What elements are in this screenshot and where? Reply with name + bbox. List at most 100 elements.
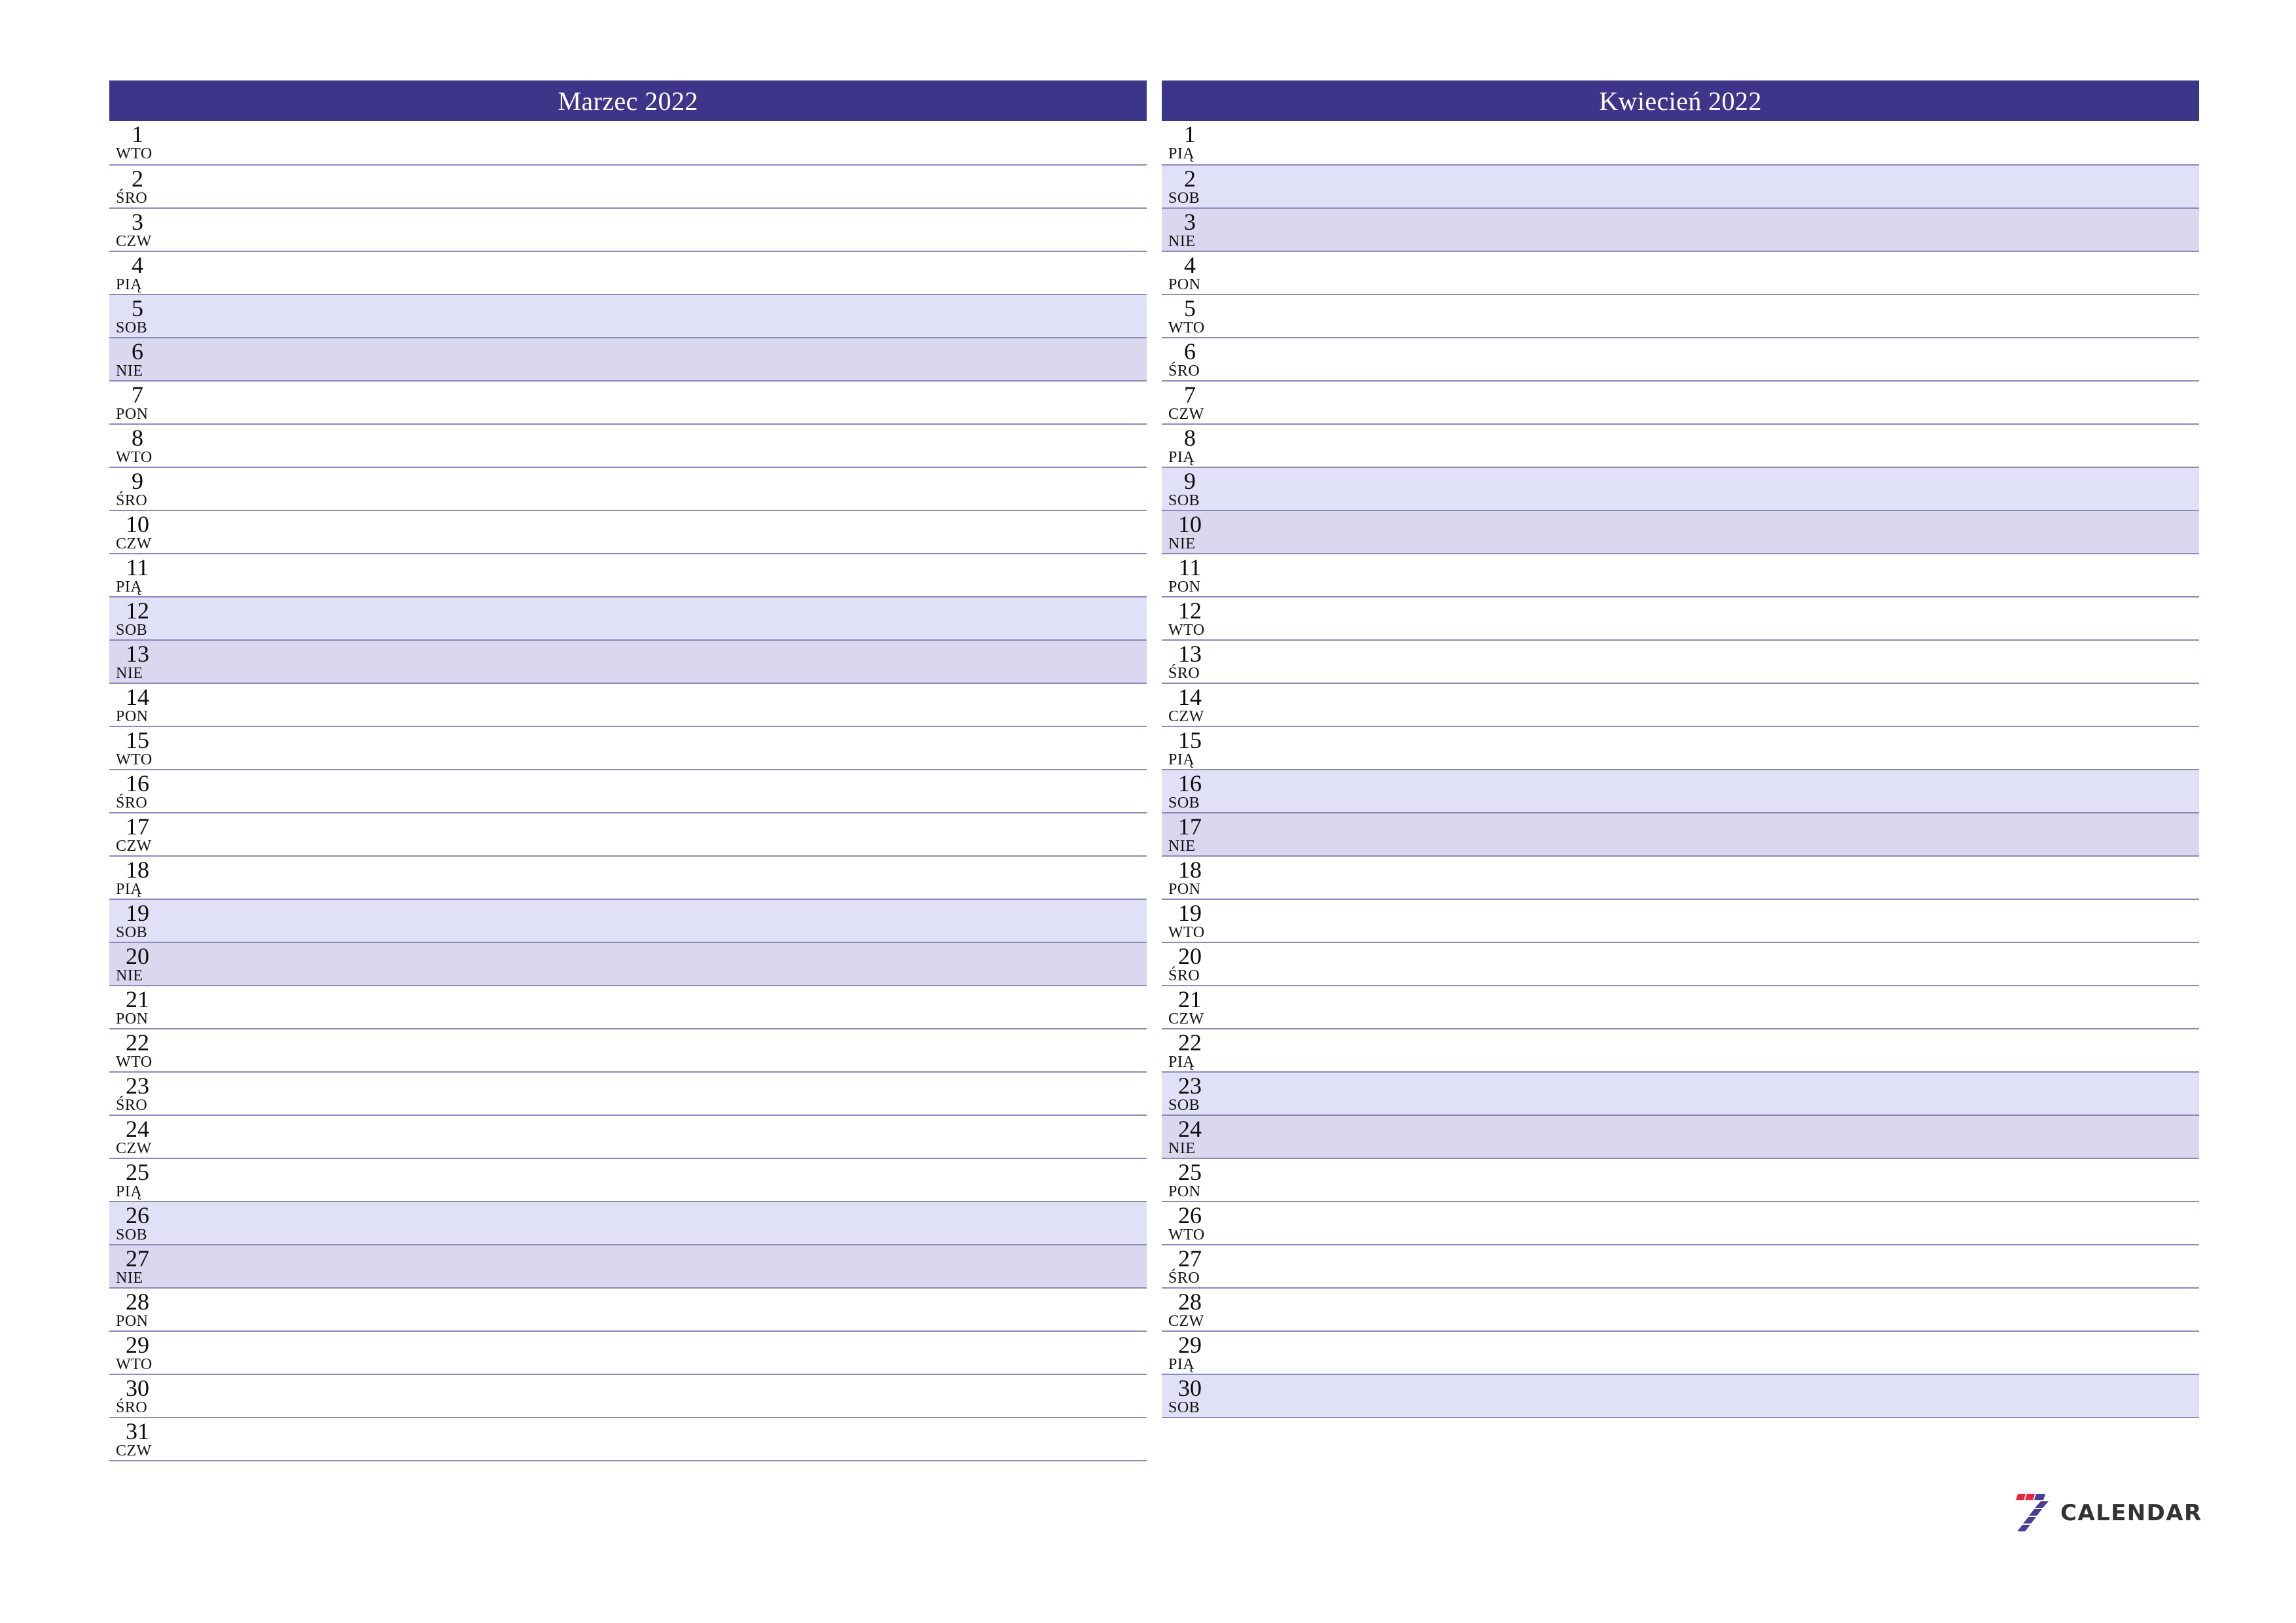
day-abbreviation: PIĄ [116, 579, 143, 596]
day-row[interactable]: 29 WTO [109, 1330, 1147, 1374]
day-row[interactable]: 1 WTO [109, 121, 1147, 164]
day-row[interactable]: 19 WTO [1162, 899, 2199, 942]
day-row[interactable]: 15 WTO [109, 726, 1147, 769]
day-abbreviation: NIE [1168, 233, 1196, 250]
day-abbreviation: WTO [1168, 1226, 1205, 1243]
day-row[interactable]: 25 PIĄ [109, 1158, 1147, 1201]
day-number: 27 [126, 1245, 149, 1272]
day-row[interactable]: 5 WTO [1162, 294, 2199, 337]
day-row[interactable]: 28 PON [109, 1287, 1147, 1330]
day-row[interactable]: 9 SOB [1162, 467, 2199, 510]
day-abbreviation: SOB [1168, 492, 1200, 509]
day-row[interactable]: 7 CZW [1162, 380, 2199, 423]
day-row[interactable]: 12 WTO [1162, 596, 2199, 639]
day-number: 27 [1178, 1245, 1202, 1272]
day-abbreviation: WTO [116, 1356, 152, 1373]
day-row[interactable]: 24 CZW [109, 1115, 1147, 1158]
day-abbreviation: PIĄ [1168, 1356, 1195, 1373]
day-row[interactable]: 1 PIĄ [1162, 121, 2199, 164]
day-number: 7 [1184, 382, 1196, 408]
day-abbreviation: ŚRO [116, 1097, 148, 1114]
day-abbreviation: CZW [116, 838, 152, 855]
day-row[interactable]: 16 ŚRO [109, 769, 1147, 812]
day-abbreviation: SOB [116, 319, 148, 336]
day-number: 17 [126, 813, 149, 840]
day-abbreviation: PON [116, 708, 149, 725]
day-number: 24 [126, 1116, 149, 1142]
day-row[interactable]: 11 PON [1162, 553, 2199, 596]
day-row[interactable]: 14 CZW [1162, 683, 2199, 726]
day-row[interactable]: 25 PON [1162, 1158, 2199, 1201]
day-number: 25 [126, 1159, 149, 1185]
day-abbreviation: PIĄ [1168, 1054, 1195, 1071]
day-abbreviation: SOB [1168, 190, 1200, 207]
day-number: 5 [1184, 295, 1196, 321]
day-row[interactable]: 9 ŚRO [109, 467, 1147, 510]
day-row[interactable]: 6 NIE [109, 337, 1147, 380]
day-abbreviation: WTO [1168, 622, 1205, 639]
day-row[interactable]: 13 ŚRO [1162, 639, 2199, 683]
day-abbreviation: SOB [116, 622, 148, 639]
day-row[interactable]: 8 WTO [109, 423, 1147, 467]
day-row[interactable]: 13 NIE [109, 639, 1147, 683]
day-number: 17 [1178, 813, 1202, 840]
day-row[interactable]: 3 CZW [109, 207, 1147, 251]
day-number: 5 [132, 295, 143, 321]
day-row[interactable]: 4 PIĄ [109, 251, 1147, 294]
day-number: 19 [1178, 900, 1202, 926]
day-row[interactable]: 7 PON [109, 380, 1147, 423]
day-row[interactable]: 4 PON [1162, 251, 2199, 294]
day-row[interactable]: 8 PIĄ [1162, 423, 2199, 467]
day-abbreviation: PIĄ [116, 276, 143, 293]
day-row[interactable]: 12 SOB [109, 596, 1147, 639]
day-row[interactable]: 22 PIĄ [1162, 1028, 2199, 1071]
day-number: 18 [126, 857, 149, 883]
day-row[interactable]: 22 WTO [109, 1028, 1147, 1071]
day-row[interactable]: 17 NIE [1162, 812, 2199, 855]
day-row[interactable]: 28 CZW [1162, 1287, 2199, 1330]
day-number: 15 [1178, 727, 1202, 753]
day-row[interactable]: 19 SOB [109, 899, 1147, 942]
day-row[interactable]: 23 ŚRO [109, 1071, 1147, 1115]
day-row[interactable]: 6 ŚRO [1162, 337, 2199, 380]
day-number: 30 [1178, 1375, 1202, 1401]
day-number: 3 [1184, 209, 1196, 235]
day-row[interactable]: 2 SOB [1162, 164, 2199, 207]
day-row[interactable]: 26 WTO [1162, 1201, 2199, 1244]
day-number: 2 [1184, 166, 1196, 192]
day-row[interactable]: 30 SOB [1162, 1374, 2199, 1417]
day-number: 26 [1178, 1202, 1202, 1228]
day-row[interactable]: 10 CZW [109, 510, 1147, 553]
day-row[interactable]: 30 ŚRO [109, 1374, 1147, 1417]
day-row[interactable]: 16 SOB [1162, 769, 2199, 812]
day-row[interactable]: 20 NIE [109, 942, 1147, 985]
day-row[interactable]: 15 PIĄ [1162, 726, 2199, 769]
day-row[interactable]: 26 SOB [109, 1201, 1147, 1244]
day-row[interactable]: 27 ŚRO [1162, 1244, 2199, 1287]
day-abbreviation: ŚRO [116, 492, 148, 509]
day-row[interactable]: 29 PIĄ [1162, 1330, 2199, 1374]
day-row[interactable]: 2 ŚRO [109, 164, 1147, 207]
day-row[interactable]: 23 SOB [1162, 1071, 2199, 1115]
day-row[interactable]: 17 CZW [109, 812, 1147, 855]
day-abbreviation: CZW [116, 233, 152, 250]
day-number: 22 [126, 1029, 149, 1056]
day-row[interactable]: 21 PON [109, 985, 1147, 1028]
day-row[interactable]: 21 CZW [1162, 985, 2199, 1028]
day-number: 1 [1184, 121, 1196, 147]
day-row[interactable]: 3 NIE [1162, 207, 2199, 251]
day-row[interactable]: 18 PON [1162, 855, 2199, 899]
planner-page: Marzec 2022 1 WTO 2 ŚRO 3 CZW 4 PIĄ 5 SOB 6 NIE 7 PON… [0, 0, 2296, 1623]
day-abbreviation: PON [1168, 579, 1201, 596]
day-row[interactable]: 18 PIĄ [109, 855, 1147, 899]
day-row[interactable]: 31 CZW [109, 1417, 1147, 1460]
day-row[interactable]: 10 NIE [1162, 510, 2199, 553]
day-number: 29 [1178, 1332, 1202, 1358]
day-row[interactable]: 24 NIE [1162, 1115, 2199, 1158]
day-row[interactable]: 11 PIĄ [109, 553, 1147, 596]
day-row[interactable]: 20 ŚRO [1162, 942, 2199, 985]
day-row[interactable]: 27 NIE [109, 1244, 1147, 1287]
day-row[interactable]: 5 SOB [109, 294, 1147, 337]
day-number: 16 [126, 770, 149, 796]
day-row[interactable]: 14 PON [109, 683, 1147, 726]
